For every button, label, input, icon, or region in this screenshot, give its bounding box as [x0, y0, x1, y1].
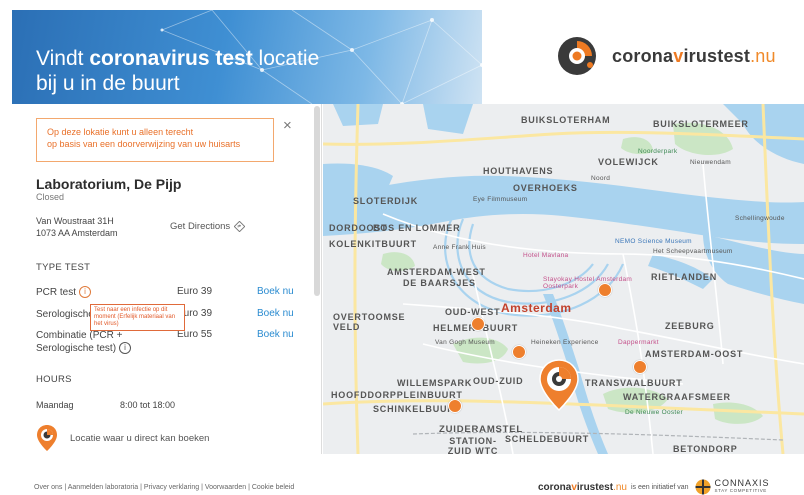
referral-notice: Op deze lokatie kunt u alleen terecht op… [36, 118, 274, 162]
map-label: ZEEBURG [665, 321, 715, 331]
test-name: PCR test i [36, 286, 92, 299]
hours-row: Maandag 8:00 tot 18:00 [36, 400, 175, 410]
get-directions-link[interactable]: Get Directions [170, 221, 246, 232]
footer-link-privacy[interactable]: Privacy verklaring [144, 484, 199, 491]
map-legend: Locatie waar u direct kan boeken [36, 424, 209, 452]
footer-initiative-text: is een initiatief van [630, 483, 689, 491]
map-label: De Nieuwe Ooster [625, 409, 683, 416]
map-label: OUD-ZUID [473, 376, 524, 386]
hours-time: 8:00 tot 18:00 [120, 400, 176, 410]
info-tooltip: Test naar een infectie op dit moment (Er… [90, 304, 185, 331]
map-label: DORDOOST [329, 223, 388, 233]
connaxis-name: CONNAXIS [714, 478, 770, 488]
location-marker[interactable] [512, 345, 526, 359]
map-label: KOLENKITBUURT [329, 239, 417, 249]
map-label: OVERTOOMSE VELD [333, 312, 406, 332]
banner-title: Vindt coronavirus test locatie bij u in … [36, 47, 320, 95]
footer-link-aanmelden[interactable]: Aanmelden laboratoria [68, 484, 138, 491]
close-icon[interactable]: × [283, 117, 292, 134]
map-label: AMSTERDAM-WEST [387, 267, 486, 277]
site-logo[interactable]: coronavirustest.nu [556, 36, 796, 76]
location-marker[interactable] [471, 317, 485, 331]
footer-link-cookie[interactable]: Cookie beleid [252, 484, 294, 491]
map-label: Dappermarkt [618, 339, 659, 346]
location-marker[interactable] [598, 283, 612, 297]
hours-day: Maandag [36, 400, 74, 410]
map-label: Noord [591, 175, 611, 182]
map-label: Hotel Mavlana [523, 252, 569, 259]
test-name: Combinatie (PCR + Serologische test) i [36, 329, 132, 355]
map-label: STATION-ZUID WTC [447, 436, 499, 454]
map-label: NEMO Science Museum [615, 238, 692, 245]
location-name: Laboratorium, De Pijp [36, 176, 182, 192]
info-icon[interactable]: i [79, 286, 92, 299]
location-status: Closed [36, 192, 65, 202]
hero-banner: Vindt coronavirus test locatie bij u in … [12, 10, 482, 104]
test-name: Serologische [36, 309, 94, 320]
map-label: HOOFDDORPPLEINBUURT [331, 390, 463, 400]
map-label: BUIKSLOTERMEER [653, 119, 749, 129]
map-label: WILLEMSPARK [397, 378, 473, 388]
map-label: Heineken Experience [531, 339, 599, 346]
logo-text: coronavirustest.nu [612, 45, 776, 66]
location-address: Van Woustraat 31H 1073 AA Amsterdam [36, 216, 118, 238]
direct-booking-pin-icon [37, 425, 57, 451]
map-label: Nieuwendam [690, 159, 731, 166]
book-now-button[interactable]: Boek nu [257, 308, 294, 319]
book-now-button[interactable]: Boek nu [257, 286, 294, 297]
hours-heading: HOURS [36, 374, 72, 385]
logo-mark-icon [558, 37, 596, 75]
map-label: WATERGRAAFSMEER [623, 392, 731, 402]
connaxis-tagline: STAY COMPETITIVE [714, 488, 767, 493]
map-label: Eye Filmmuseum [473, 196, 528, 203]
map-label: Van Gogh Museum [435, 339, 496, 346]
map-label: TRANSVAALBUURT [585, 378, 683, 388]
location-marker[interactable] [448, 399, 462, 413]
map-label: OUD-WEST [445, 307, 501, 317]
legend-label: Locatie waar u direct kan boeken [70, 432, 210, 444]
directions-icon [234, 221, 246, 232]
footer-link-over-ons[interactable]: Over ons [34, 484, 62, 491]
map-label: Noorderpark [638, 148, 678, 155]
notice-line-2: op basis van een doorverwijzing van uw h… [47, 139, 241, 149]
map-label: BETONDORP [673, 444, 738, 454]
map-label: HOUTHAVENS [483, 166, 554, 176]
map-label: Schellingwoude [735, 215, 785, 222]
connaxis-logo[interactable]: CONNAXIS STAY COMPETITIVE [694, 479, 770, 495]
book-now-button[interactable]: Boek nu [257, 329, 294, 340]
notice-line-1: Op deze lokatie kunt u alleen terecht [47, 127, 194, 137]
footer-link-voorwaarden[interactable]: Voorwaarden [205, 484, 246, 491]
map-label: SLOTERDIJK [353, 196, 419, 206]
type-test-heading: TYPE TEST [36, 262, 91, 273]
map-city-label: Amsterdam [501, 301, 572, 315]
footer-links: Over ons | Aanmelden laboratoria | Priva… [34, 484, 295, 491]
footer-brand: coronavirustest.nu is een initiatief van… [538, 479, 770, 495]
footer-brand-name: coronavirustest.nu [538, 481, 627, 493]
map-label: OVERHOEKS [513, 183, 578, 193]
panel-scrollbar[interactable] [314, 106, 320, 296]
test-price: Euro 39 [177, 286, 213, 297]
info-icon[interactable]: i [119, 342, 132, 355]
map-label: AMSTERDAM-OOST [645, 349, 744, 359]
map-label: Anne Frank Huis [433, 244, 486, 251]
page-header: Vindt coronavirus test locatie bij u in … [0, 0, 804, 104]
selected-location-pin-icon[interactable] [538, 359, 580, 411]
map-label: DE BAARSJES [403, 278, 476, 288]
map-label: SCHELDEBUURT [505, 434, 590, 444]
map-label: VOLEWIJCK [598, 157, 659, 167]
map-label: BUIKSLOTERHAM [521, 115, 611, 125]
connaxis-icon [695, 479, 711, 495]
map-label: Het Scheepvaartmuseum [653, 248, 733, 255]
location-marker[interactable] [633, 360, 647, 374]
location-map[interactable]: BUIKSLOTERHAM BUIKSLOTERMEER Noorderpark… [323, 104, 804, 454]
location-panel: Op deze lokatie kunt u alleen terecht op… [12, 104, 322, 454]
